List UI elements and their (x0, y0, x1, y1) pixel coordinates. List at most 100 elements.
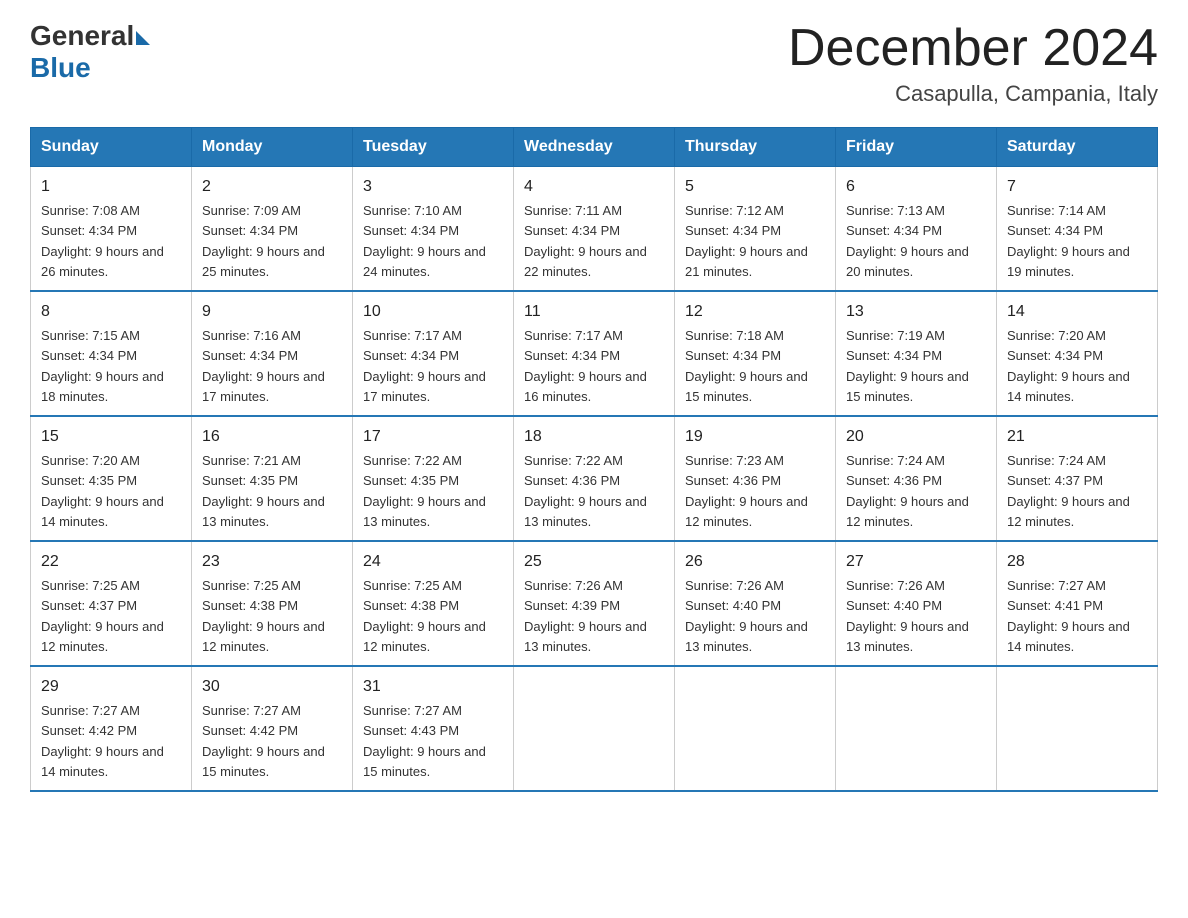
week-row-3: 15Sunrise: 7:20 AMSunset: 4:35 PMDayligh… (31, 416, 1158, 541)
day-number: 31 (363, 675, 503, 699)
page-header: General Blue December 2024 Casapulla, Ca… (30, 20, 1158, 107)
day-cell: 24 Sunrise: 7:25 AMSunset: 4:38 PMDayligh… (353, 541, 514, 666)
day-info: Sunrise: 7:25 AMSunset: 4:37 PMDaylight:… (41, 578, 164, 654)
day-cell (836, 666, 997, 791)
day-cell: 11 Sunrise: 7:17 AMSunset: 4:34 PMDayligh… (514, 291, 675, 416)
day-info: Sunrise: 7:24 AMSunset: 4:36 PMDaylight:… (846, 453, 969, 529)
day-cell (514, 666, 675, 791)
day-number: 13 (846, 300, 986, 324)
day-cell: 28 Sunrise: 7:27 AMSunset: 4:41 PMDayligh… (997, 541, 1158, 666)
day-number: 7 (1007, 175, 1147, 199)
day-cell: 16 Sunrise: 7:21 AMSunset: 4:35 PMDayligh… (192, 416, 353, 541)
day-number: 10 (363, 300, 503, 324)
week-row-1: 1 Sunrise: 7:08 AMSunset: 4:34 PMDaylight… (31, 167, 1158, 292)
day-number: 30 (202, 675, 342, 699)
day-info: Sunrise: 7:19 AMSunset: 4:34 PMDaylight:… (846, 328, 969, 404)
day-number: 16 (202, 425, 342, 449)
location-title: Casapulla, Campania, Italy (788, 81, 1158, 107)
week-row-2: 8 Sunrise: 7:15 AMSunset: 4:34 PMDaylight… (31, 291, 1158, 416)
day-cell: 15Sunrise: 7:20 AMSunset: 4:35 PMDayligh… (31, 416, 192, 541)
day-number: 6 (846, 175, 986, 199)
day-cell: 9 Sunrise: 7:16 AMSunset: 4:34 PMDaylight… (192, 291, 353, 416)
day-info: Sunrise: 7:20 AMSunset: 4:35 PMDaylight:… (41, 453, 164, 529)
day-number: 26 (685, 550, 825, 574)
day-info: Sunrise: 7:17 AMSunset: 4:34 PMDaylight:… (524, 328, 647, 404)
header-cell-tuesday: Tuesday (353, 128, 514, 167)
day-cell (675, 666, 836, 791)
day-info: Sunrise: 7:24 AMSunset: 4:37 PMDaylight:… (1007, 453, 1130, 529)
day-info: Sunrise: 7:27 AMSunset: 4:43 PMDaylight:… (363, 703, 486, 779)
day-info: Sunrise: 7:13 AMSunset: 4:34 PMDaylight:… (846, 203, 969, 279)
day-number: 28 (1007, 550, 1147, 574)
day-info: Sunrise: 7:16 AMSunset: 4:34 PMDaylight:… (202, 328, 325, 404)
day-info: Sunrise: 7:15 AMSunset: 4:34 PMDaylight:… (41, 328, 164, 404)
day-info: Sunrise: 7:22 AMSunset: 4:36 PMDaylight:… (524, 453, 647, 529)
day-number: 14 (1007, 300, 1147, 324)
day-cell: 18 Sunrise: 7:22 AMSunset: 4:36 PMDayligh… (514, 416, 675, 541)
day-cell: 12 Sunrise: 7:18 AMSunset: 4:34 PMDayligh… (675, 291, 836, 416)
day-info: Sunrise: 7:08 AMSunset: 4:34 PMDaylight:… (41, 203, 164, 279)
day-info: Sunrise: 7:26 AMSunset: 4:39 PMDaylight:… (524, 578, 647, 654)
day-info: Sunrise: 7:11 AMSunset: 4:34 PMDaylight:… (524, 203, 647, 279)
day-number: 18 (524, 425, 664, 449)
day-info: Sunrise: 7:23 AMSunset: 4:36 PMDaylight:… (685, 453, 808, 529)
day-cell: 10 Sunrise: 7:17 AMSunset: 4:34 PMDayligh… (353, 291, 514, 416)
day-number: 20 (846, 425, 986, 449)
day-number: 23 (202, 550, 342, 574)
day-cell: 31 Sunrise: 7:27 AMSunset: 4:43 PMDayligh… (353, 666, 514, 791)
day-info: Sunrise: 7:17 AMSunset: 4:34 PMDaylight:… (363, 328, 486, 404)
logo-blue: Blue (30, 52, 150, 84)
day-number: 1 (41, 175, 181, 199)
day-number: 3 (363, 175, 503, 199)
day-info: Sunrise: 7:21 AMSunset: 4:35 PMDaylight:… (202, 453, 325, 529)
day-info: Sunrise: 7:22 AMSunset: 4:35 PMDaylight:… (363, 453, 486, 529)
day-cell: 19Sunrise: 7:23 AMSunset: 4:36 PMDayligh… (675, 416, 836, 541)
day-cell: 5Sunrise: 7:12 AMSunset: 4:34 PMDaylight… (675, 167, 836, 292)
day-info: Sunrise: 7:25 AMSunset: 4:38 PMDaylight:… (363, 578, 486, 654)
day-number: 5 (685, 175, 825, 199)
day-info: Sunrise: 7:26 AMSunset: 4:40 PMDaylight:… (685, 578, 808, 654)
header-cell-wednesday: Wednesday (514, 128, 675, 167)
month-title: December 2024 (788, 20, 1158, 77)
calendar-table: SundayMondayTuesdayWednesdayThursdayFrid… (30, 127, 1158, 792)
day-number: 11 (524, 300, 664, 324)
day-number: 17 (363, 425, 503, 449)
day-number: 22 (41, 550, 181, 574)
day-number: 4 (524, 175, 664, 199)
day-cell: 29 Sunrise: 7:27 AMSunset: 4:42 PMDayligh… (31, 666, 192, 791)
day-cell: 26 Sunrise: 7:26 AMSunset: 4:40 PMDayligh… (675, 541, 836, 666)
day-info: Sunrise: 7:18 AMSunset: 4:34 PMDaylight:… (685, 328, 808, 404)
day-cell: 1 Sunrise: 7:08 AMSunset: 4:34 PMDaylight… (31, 167, 192, 292)
day-number: 12 (685, 300, 825, 324)
day-number: 21 (1007, 425, 1147, 449)
day-number: 24 (363, 550, 503, 574)
week-row-4: 22 Sunrise: 7:25 AMSunset: 4:37 PMDayligh… (31, 541, 1158, 666)
day-info: Sunrise: 7:27 AMSunset: 4:42 PMDaylight:… (202, 703, 325, 779)
day-info: Sunrise: 7:27 AMSunset: 4:42 PMDaylight:… (41, 703, 164, 779)
logo: General Blue (30, 20, 150, 84)
logo-arrow-icon (136, 31, 150, 45)
week-row-5: 29 Sunrise: 7:27 AMSunset: 4:42 PMDayligh… (31, 666, 1158, 791)
title-section: December 2024 Casapulla, Campania, Italy (788, 20, 1158, 107)
day-cell: 6 Sunrise: 7:13 AMSunset: 4:34 PMDaylight… (836, 167, 997, 292)
day-cell: 13 Sunrise: 7:19 AMSunset: 4:34 PMDayligh… (836, 291, 997, 416)
day-cell: 21 Sunrise: 7:24 AMSunset: 4:37 PMDayligh… (997, 416, 1158, 541)
day-info: Sunrise: 7:14 AMSunset: 4:34 PMDaylight:… (1007, 203, 1130, 279)
day-cell: 14 Sunrise: 7:20 AMSunset: 4:34 PMDayligh… (997, 291, 1158, 416)
day-number: 9 (202, 300, 342, 324)
day-cell: 25 Sunrise: 7:26 AMSunset: 4:39 PMDayligh… (514, 541, 675, 666)
day-cell (997, 666, 1158, 791)
day-info: Sunrise: 7:10 AMSunset: 4:34 PMDaylight:… (363, 203, 486, 279)
day-info: Sunrise: 7:25 AMSunset: 4:38 PMDaylight:… (202, 578, 325, 654)
day-info: Sunrise: 7:27 AMSunset: 4:41 PMDaylight:… (1007, 578, 1130, 654)
day-number: 29 (41, 675, 181, 699)
day-cell: 2Sunrise: 7:09 AMSunset: 4:34 PMDaylight… (192, 167, 353, 292)
day-cell: 8 Sunrise: 7:15 AMSunset: 4:34 PMDaylight… (31, 291, 192, 416)
header-cell-monday: Monday (192, 128, 353, 167)
day-cell: 30 Sunrise: 7:27 AMSunset: 4:42 PMDayligh… (192, 666, 353, 791)
day-info: Sunrise: 7:20 AMSunset: 4:34 PMDaylight:… (1007, 328, 1130, 404)
header-cell-sunday: Sunday (31, 128, 192, 167)
header-cell-friday: Friday (836, 128, 997, 167)
day-number: 25 (524, 550, 664, 574)
day-number: 8 (41, 300, 181, 324)
